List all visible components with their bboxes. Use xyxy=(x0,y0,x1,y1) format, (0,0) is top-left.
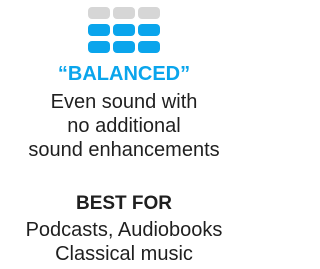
best-for-item: Classical music xyxy=(55,243,193,265)
equalizer-row xyxy=(88,7,160,19)
equalizer-segment-active xyxy=(88,41,110,53)
best-for-list: Podcasts, Audiobooks Classical music xyxy=(0,218,248,266)
mode-description-line: no additional xyxy=(67,115,181,137)
equalizer-segment-active xyxy=(138,24,160,36)
equalizer-segment-active xyxy=(88,24,110,36)
equalizer-segment-active xyxy=(138,41,160,53)
equalizer-segment-inactive xyxy=(88,7,110,19)
mode-description-line: Even sound with xyxy=(50,91,198,113)
equalizer-row xyxy=(88,41,160,53)
sound-mode-card: “BALANCED” Even sound with no additional… xyxy=(0,0,248,269)
equalizer-segment-inactive xyxy=(113,7,135,19)
equalizer-balanced-icon xyxy=(88,7,160,53)
equalizer-segment-inactive xyxy=(138,7,160,19)
best-for-heading: BEST FOR xyxy=(75,193,173,214)
equalizer-row xyxy=(88,24,160,36)
mode-description: Even sound with no additional sound enha… xyxy=(0,90,248,162)
mode-description-line: sound enhancements xyxy=(28,139,220,161)
mode-title: “BALANCED” xyxy=(57,63,191,85)
equalizer-segment-active xyxy=(113,24,135,36)
equalizer-segment-active xyxy=(113,41,135,53)
best-for-item: Podcasts, Audiobooks xyxy=(25,219,223,241)
